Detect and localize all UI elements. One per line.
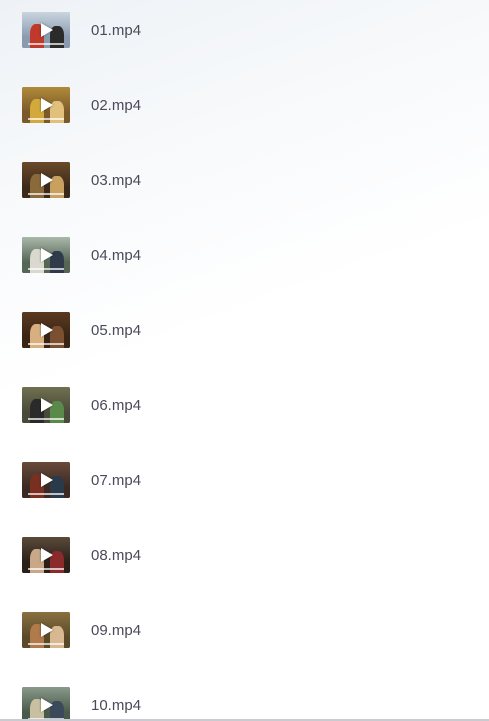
video-thumbnail[interactable] <box>22 162 70 198</box>
play-icon <box>41 173 53 187</box>
video-thumbnail[interactable] <box>22 612 70 648</box>
file-name: 01.mp4 <box>91 22 142 39</box>
play-icon <box>41 323 53 337</box>
file-name: 08.mp4 <box>91 547 142 564</box>
play-icon <box>41 548 53 562</box>
play-icon <box>41 398 53 412</box>
file-item[interactable]: 09.mp4 <box>0 612 489 662</box>
file-item[interactable]: 03.mp4 <box>0 162 489 212</box>
video-thumbnail[interactable] <box>22 237 70 273</box>
file-name: 03.mp4 <box>91 172 142 189</box>
play-icon <box>41 23 53 37</box>
play-icon <box>41 473 53 487</box>
video-thumbnail[interactable] <box>22 387 70 423</box>
file-item[interactable]: 02.mp4 <box>0 87 489 137</box>
file-name: 02.mp4 <box>91 97 142 114</box>
file-item[interactable]: 05.mp4 <box>0 312 489 362</box>
play-icon <box>41 98 53 112</box>
file-name: 09.mp4 <box>91 622 142 639</box>
video-thumbnail[interactable] <box>22 687 70 721</box>
file-item[interactable]: 06.mp4 <box>0 387 489 437</box>
file-name: 05.mp4 <box>91 322 142 339</box>
file-list: 01.mp4 02.mp4 03.mp4 04.mp4 05.mp4 06.mp4 07.m… <box>0 0 489 721</box>
play-icon <box>41 623 53 637</box>
video-thumbnail[interactable] <box>22 462 70 498</box>
file-name: 06.mp4 <box>91 397 142 414</box>
file-item[interactable]: 07.mp4 <box>0 462 489 512</box>
file-item[interactable]: 04.mp4 <box>0 237 489 287</box>
file-name: 10.mp4 <box>91 697 142 714</box>
video-thumbnail[interactable] <box>22 312 70 348</box>
file-name: 04.mp4 <box>91 247 142 264</box>
file-item[interactable]: 01.mp4 <box>0 12 489 62</box>
file-name: 07.mp4 <box>91 472 142 489</box>
play-icon <box>41 248 53 262</box>
file-item[interactable]: 08.mp4 <box>0 537 489 587</box>
video-thumbnail[interactable] <box>22 12 70 48</box>
file-item[interactable]: 10.mp4 <box>0 687 489 721</box>
play-icon <box>41 698 53 712</box>
video-thumbnail[interactable] <box>22 87 70 123</box>
video-thumbnail[interactable] <box>22 537 70 573</box>
